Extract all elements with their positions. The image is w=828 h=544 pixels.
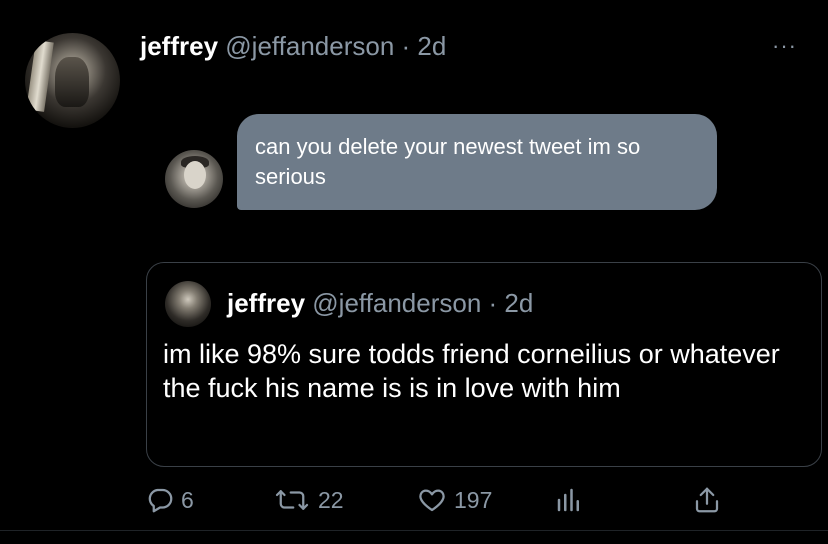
quoted-tweet-card[interactable]: jeffrey @jeffanderson · 2d im like 98% s… (146, 262, 822, 467)
quoted-author-handle: @jeffanderson (312, 288, 482, 318)
avatar-photo-figure (55, 57, 89, 107)
avatar-photo-detail (26, 40, 54, 112)
avatar-photo-face (184, 161, 206, 189)
author-avatar[interactable] (25, 33, 120, 128)
quoted-tweet-header: jeffrey @jeffanderson · 2d (227, 287, 533, 319)
author-handle[interactable]: @jeffanderson (225, 31, 394, 61)
like-icon (419, 489, 445, 512)
tweet-timestamp[interactable]: · 2d (402, 31, 447, 61)
retweet-count: 22 (318, 486, 344, 513)
reply-count: 6 (181, 486, 194, 513)
quoted-tweet-text: im like 98% sure todds friend corneilius… (163, 339, 780, 403)
quoted-author-name: jeffrey (227, 288, 306, 318)
analytics-button[interactable] (554, 478, 584, 522)
reply-avatar[interactable] (165, 150, 223, 208)
quoted-author-avatar[interactable] (165, 281, 211, 327)
tweet-actions-bar: 6 22 197 (0, 478, 828, 528)
like-count: 197 (454, 486, 493, 513)
reply-button[interactable]: 6 (145, 478, 194, 522)
reply-bubble: can you delete your newest tweet im so s… (237, 114, 717, 210)
more-options-icon[interactable]: ··· (772, 35, 797, 57)
share-icon (695, 487, 719, 513)
retweet-icon (275, 490, 309, 510)
retweet-button[interactable]: 22 (272, 478, 344, 522)
reply-icon (148, 488, 173, 513)
divider (0, 530, 828, 531)
like-button[interactable]: 197 (416, 478, 492, 522)
author-name[interactable]: jeffrey (140, 31, 218, 61)
quoted-tweet-timestamp: · 2d (488, 288, 534, 318)
tweet-header: jeffrey @jeffanderson · 2d (140, 30, 446, 62)
analytics-icon (557, 488, 579, 512)
share-button[interactable] (692, 478, 722, 522)
